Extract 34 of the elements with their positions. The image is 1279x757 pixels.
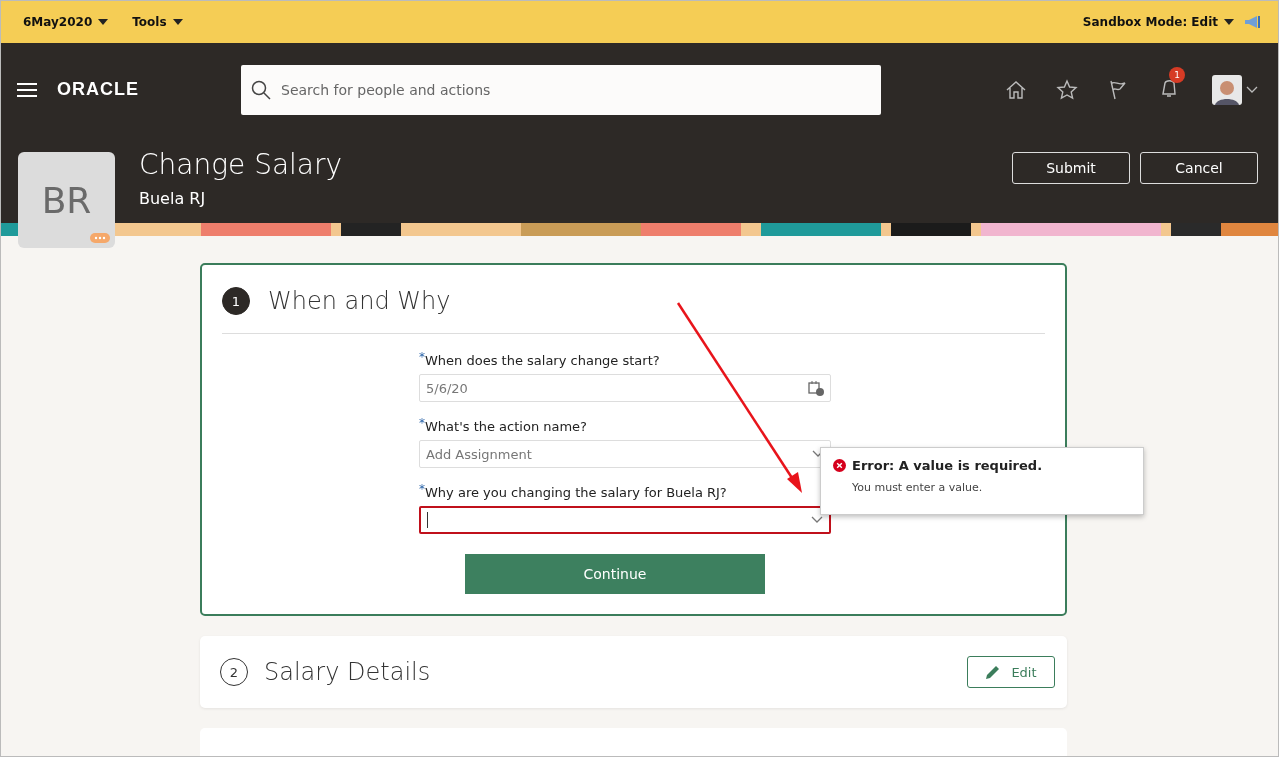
edit-button[interactable]: Edit [967, 656, 1055, 688]
date-menu[interactable]: 6May2020 [23, 15, 93, 29]
calendar-icon[interactable] [808, 380, 824, 396]
caret-icon [1224, 19, 1234, 25]
megaphone-icon[interactable] [1244, 15, 1260, 29]
error-icon [833, 459, 846, 472]
logo[interactable]: ORACLE [57, 79, 241, 100]
pencil-icon [985, 664, 1002, 680]
chevron-down-icon[interactable] [1246, 85, 1258, 94]
caret-icon [172, 19, 183, 25]
step-number: 1 [222, 287, 250, 315]
continue-button[interactable]: Continue [465, 554, 765, 594]
search-field[interactable]: Search for people and actions [241, 64, 881, 115]
tools-menu[interactable]: Tools [132, 15, 167, 29]
dropdown-field[interactable] [419, 506, 831, 534]
user-avatar[interactable] [1212, 74, 1242, 105]
chevron-down-icon[interactable] [811, 516, 823, 524]
dropdown-field[interactable]: Add Assignment [419, 440, 831, 468]
step-title: When and Why [268, 287, 451, 315]
person-initials: BR [41, 179, 92, 221]
page-subtitle: Buela RJ [139, 189, 207, 208]
error-message: You must enter a value. [852, 481, 984, 494]
step-title: Salary Details [264, 658, 431, 686]
caret-icon [98, 19, 109, 25]
date-field[interactable]: 5/6/20 [419, 374, 831, 402]
submit-button[interactable]: Submit [1012, 152, 1130, 184]
sandbox-menu[interactable]: Sandbox Mode: Edit [1082, 15, 1218, 29]
menu-icon[interactable] [17, 82, 37, 97]
star-icon[interactable] [1056, 78, 1078, 101]
page-title: Change Salary [139, 148, 343, 181]
search-icon [251, 79, 271, 100]
cancel-button[interactable]: Cancel [1140, 152, 1258, 184]
error-title: Error: A value is required. [852, 458, 1043, 473]
notification-badge: 1 [1169, 66, 1185, 83]
